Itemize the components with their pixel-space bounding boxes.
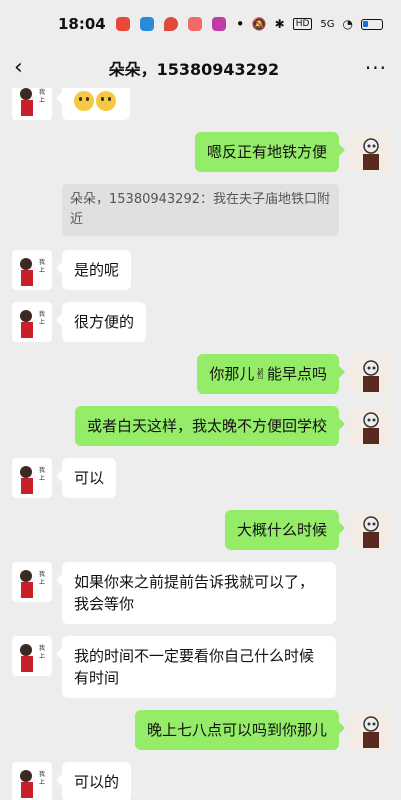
message-bubble-sent[interactable]: 嗯反正有地铁方便 xyxy=(194,132,346,172)
status-bar: 18:04 • 🔕 ✱ HD 5G ◔ xyxy=(0,0,401,48)
quoted-message[interactable]: 朵朵，15380943292：我在夫子庙地铁口附近 xyxy=(62,184,339,236)
message-bubble-sent[interactable]: 晚上七八点可以吗到你那儿 xyxy=(134,710,346,750)
contact-avatar[interactable]: 我上 xyxy=(12,302,52,342)
contact-avatar[interactable]: 我上 xyxy=(12,88,52,120)
message-row: 我上 我的时间不一定要看你自己什么时候有时间 xyxy=(0,636,401,698)
message-bubble-sent[interactable]: 你那儿✌能早点吗 xyxy=(197,354,345,394)
svg-text:上: 上 xyxy=(39,318,45,326)
message-row: 我上 可以 xyxy=(0,458,401,498)
app-icon xyxy=(187,17,202,31)
chevron-left-icon[interactable]: ‹ xyxy=(14,57,23,79)
svg-text:上: 上 xyxy=(39,266,45,274)
status-time: 18:04 xyxy=(58,15,106,33)
message-bubble-sent[interactable]: 或者白天这样，我太晚不方便回学校 xyxy=(74,406,346,446)
contact-avatar[interactable]: 我上 xyxy=(12,458,52,498)
user-avatar[interactable] xyxy=(349,354,389,394)
message-bubble-sent[interactable]: 大概什么时候 xyxy=(224,510,346,550)
contact-avatar[interactable]: 我上 xyxy=(12,250,52,290)
dot-icon: • xyxy=(235,15,245,33)
message-row: 你那儿✌能早点吗 xyxy=(0,354,401,394)
hd-badge: HD xyxy=(292,18,313,30)
contact-avatar[interactable]: 我上 xyxy=(12,636,52,676)
message-row: 大概什么时候 xyxy=(0,510,401,550)
message-bubble-received[interactable]: 是的呢 xyxy=(55,250,132,290)
message-bubble-received[interactable]: 很方便的 xyxy=(55,302,147,342)
svg-text:上: 上 xyxy=(39,578,45,586)
svg-text:我: 我 xyxy=(39,644,45,652)
smile-emoji-icon xyxy=(96,90,116,111)
chat-header: ‹ 朵朵，15380943292 ··· xyxy=(0,48,401,88)
message-row: 或者白天这样，我太晚不方便回学校 xyxy=(0,406,401,446)
status-right: 🔕 ✱ HD 5G ◔ xyxy=(252,17,383,31)
more-dots-icon[interactable]: ··· xyxy=(365,56,387,80)
svg-text:上: 上 xyxy=(39,474,45,482)
message-row: 晚上七八点可以吗到你那儿 xyxy=(0,710,401,750)
message-row: 嗯反正有地铁方便 xyxy=(0,132,401,172)
svg-text:我: 我 xyxy=(39,88,45,96)
message-bubble-received[interactable]: 我的时间不一定要看你自己什么时候有时间 xyxy=(56,636,336,698)
svg-text:我: 我 xyxy=(39,258,45,266)
svg-text:我: 我 xyxy=(39,466,45,474)
svg-text:上: 上 xyxy=(39,778,45,786)
network-badge: 5G xyxy=(320,18,335,30)
svg-text:上: 上 xyxy=(39,652,45,660)
chat-list[interactable]: 我上 嗯反正有地铁方便 朵朵，15380943292：我在夫子庙地铁口附近 我上… xyxy=(0,88,401,800)
weibo-icon xyxy=(115,17,130,31)
message-bubble-received[interactable]: 如果你来之前提前告诉我就可以了，我会等你 xyxy=(56,562,336,624)
location-icon xyxy=(163,17,178,31)
svg-text:我: 我 xyxy=(39,770,45,778)
bluetooth-icon: ✱ xyxy=(274,17,285,31)
app-icon xyxy=(139,17,154,31)
svg-text:上: 上 xyxy=(39,96,45,104)
message-bubble-received[interactable]: 可以的 xyxy=(55,762,132,800)
chat-title: 朵朵，15380943292 xyxy=(108,60,280,79)
message-row: 我上 xyxy=(0,88,401,120)
message-row: 我上 是的呢 xyxy=(0,250,401,290)
battery-icon xyxy=(361,18,383,30)
mute-icon: 🔕 xyxy=(251,17,267,31)
user-avatar[interactable] xyxy=(349,510,389,550)
message-bubble-received[interactable] xyxy=(56,88,130,120)
message-row: 我上 如果你来之前提前告诉我就可以了，我会等你 xyxy=(0,562,401,624)
message-row: 我上 可以的 xyxy=(0,762,401,800)
svg-text:我: 我 xyxy=(39,570,45,578)
status-left: 18:04 • xyxy=(58,15,245,33)
app-icon xyxy=(211,17,226,31)
user-avatar[interactable] xyxy=(349,710,389,750)
contact-avatar[interactable]: 我上 xyxy=(12,762,52,800)
contact-avatar[interactable]: 我上 xyxy=(12,562,52,602)
wifi-icon: ◔ xyxy=(342,17,353,31)
message-bubble-received[interactable]: 可以 xyxy=(55,458,117,498)
svg-text:我: 我 xyxy=(39,310,45,318)
smile-emoji-icon xyxy=(74,90,94,111)
user-avatar[interactable] xyxy=(349,132,389,172)
user-avatar[interactable] xyxy=(349,406,389,446)
message-row: 我上 很方便的 xyxy=(0,302,401,342)
